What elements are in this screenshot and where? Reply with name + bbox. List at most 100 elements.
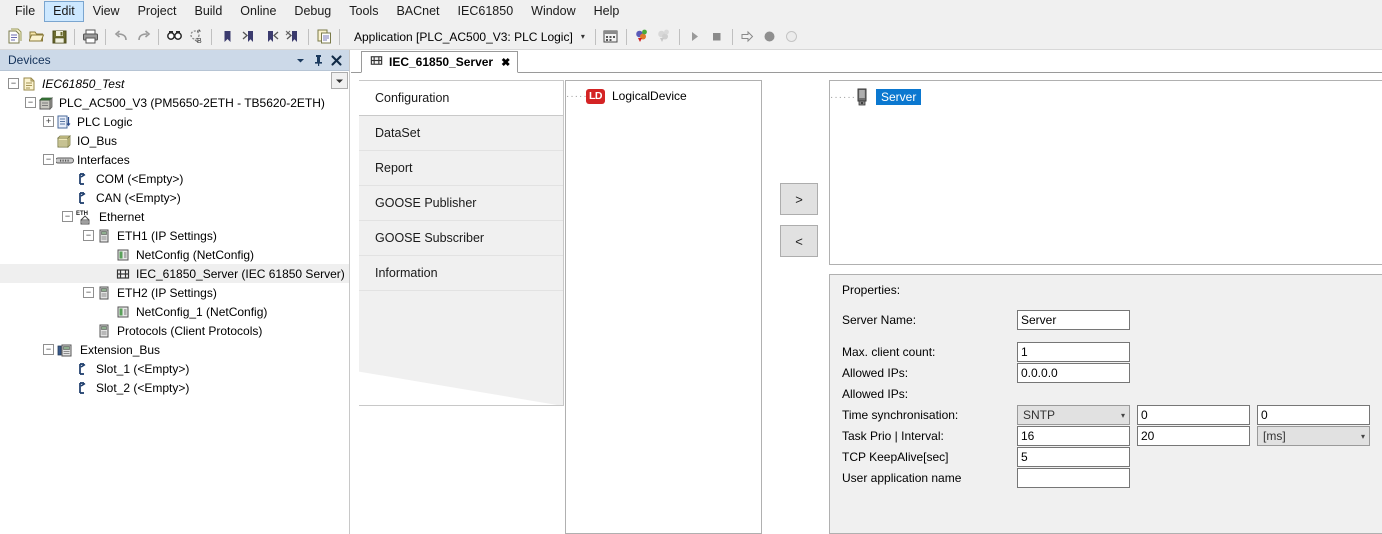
move-left-button[interactable]: <: [780, 225, 818, 257]
tcp-keepalive-input[interactable]: 5: [1017, 447, 1130, 467]
properties-panel: Properties: Server Name: Server Max. cli…: [829, 274, 1382, 534]
nav-item-dataset[interactable]: DataSet: [359, 116, 563, 151]
tree-item-ethernet[interactable]: − ETH Ethernet: [0, 207, 349, 226]
move-right-button[interactable]: >: [780, 183, 818, 215]
breakpoint-icon[interactable]: [759, 26, 781, 48]
undo-icon[interactable]: [110, 26, 132, 48]
tree-item-slot-2[interactable]: Slot_2 (<Empty>): [0, 378, 349, 397]
open-folder-icon[interactable]: [26, 26, 48, 48]
time-sync-select[interactable]: SNTP ▾: [1017, 405, 1130, 425]
find-icon[interactable]: [163, 26, 185, 48]
tree-item-label: ETH1 (IP Settings): [113, 229, 217, 243]
tree-item-io-bus[interactable]: IO_Bus: [0, 131, 349, 150]
tree-item-iec61850-server[interactable]: IEC_61850_Server (IEC 61850 Server): [0, 264, 349, 283]
menu-item-tools[interactable]: Tools: [340, 1, 387, 22]
interval-input[interactable]: 20: [1137, 426, 1250, 446]
expander-plus-icon[interactable]: +: [43, 116, 54, 127]
extension-bus-icon: [56, 342, 76, 358]
previous-bookmark-icon[interactable]: [260, 26, 282, 48]
breakpoint-disabled-icon[interactable]: [781, 26, 803, 48]
nav-item-report[interactable]: Report: [359, 151, 563, 186]
tree-item-label: IO_Bus: [73, 134, 117, 148]
login-icon[interactable]: [631, 26, 653, 48]
time-sync-param2-input[interactable]: 0: [1257, 405, 1370, 425]
interfaces-icon: [56, 152, 73, 168]
tree-item-eth1[interactable]: − ETH1 (IP Settings): [0, 226, 349, 245]
tree-item-netconfig[interactable]: NetConfig (NetConfig): [0, 245, 349, 264]
menu-item-online[interactable]: Online: [231, 1, 285, 22]
new-file-icon[interactable]: [4, 26, 26, 48]
time-sync-param1-input[interactable]: 0: [1137, 405, 1250, 425]
pin-icon[interactable]: [309, 52, 327, 69]
expander-minus-icon[interactable]: −: [62, 211, 73, 222]
step-over-icon[interactable]: [737, 26, 759, 48]
application-selector[interactable]: Application [PLC_AC500_V3: PLC Logic] ▾: [348, 27, 591, 47]
expander-none: [62, 382, 73, 393]
property-label: Allowed IPs:: [842, 387, 1017, 401]
compile-icon[interactable]: [600, 26, 622, 48]
menu-item-help[interactable]: Help: [585, 1, 629, 22]
menu-item-window[interactable]: Window: [522, 1, 584, 22]
menu-item-view[interactable]: View: [84, 1, 129, 22]
logout-icon[interactable]: [653, 26, 675, 48]
redo-icon[interactable]: [132, 26, 154, 48]
next-bookmark-icon[interactable]: [238, 26, 260, 48]
max-client-count-input[interactable]: 1: [1017, 342, 1130, 362]
server-icon: [854, 88, 870, 106]
tree-item-plc-logic[interactable]: + PLC Logic: [0, 112, 349, 131]
close-icon[interactable]: [327, 52, 345, 69]
expander-none: [102, 268, 113, 279]
tree-item-plc[interactable]: − PLC_AC500_V3 (PM5650-2ETH - TB5620-2ET…: [0, 93, 349, 112]
expander-minus-icon[interactable]: −: [83, 230, 94, 241]
tree-item-slot-1[interactable]: Slot_1 (<Empty>): [0, 359, 349, 378]
stop-icon[interactable]: [706, 26, 728, 48]
menu-item-bacnet[interactable]: BACnet: [387, 1, 448, 22]
menu-item-build[interactable]: Build: [185, 1, 231, 22]
task-prio-input[interactable]: 16: [1017, 426, 1130, 446]
tree-item-eth2[interactable]: − ETH2 (IP Settings): [0, 283, 349, 302]
tree-item-project[interactable]: − IEC61850_Test: [0, 74, 349, 93]
menu-item-file[interactable]: File: [6, 1, 44, 22]
tree-item-com[interactable]: COM (<Empty>): [0, 169, 349, 188]
menu-item-debug[interactable]: Debug: [285, 1, 340, 22]
interval-unit-select[interactable]: [ms] ▾: [1257, 426, 1370, 446]
tree-item-label: COM (<Empty>): [92, 172, 183, 186]
server-name-input[interactable]: Server: [1017, 310, 1130, 330]
tree-item-netconfig-1[interactable]: NetConfig_1 (NetConfig): [0, 302, 349, 321]
user-application-name-input[interactable]: [1017, 468, 1130, 488]
save-icon[interactable]: [48, 26, 70, 48]
nav-item-information[interactable]: Information: [359, 256, 563, 291]
tree-item-can[interactable]: CAN (<Empty>): [0, 188, 349, 207]
logical-device-tree-item[interactable]: ······ LD LogicalDevice: [566, 86, 761, 106]
nav-item-configuration[interactable]: Configuration: [359, 81, 563, 116]
tab-strip: IEC_61850_Server ✖: [351, 50, 1382, 73]
expander-minus-icon[interactable]: −: [83, 287, 94, 298]
tree-item-label: CAN (<Empty>): [92, 191, 181, 205]
expander-minus-icon[interactable]: −: [43, 154, 54, 165]
menu-item-edit[interactable]: Edit: [44, 1, 84, 22]
toolbar-separator: [339, 29, 340, 45]
expander-minus-icon[interactable]: −: [8, 78, 19, 89]
server-tree-panel: ······ Server: [829, 80, 1382, 265]
expander-none: [102, 249, 113, 260]
bookmark-icon[interactable]: [216, 26, 238, 48]
dropdown-icon[interactable]: [291, 52, 309, 69]
print-icon[interactable]: [79, 26, 101, 48]
close-icon[interactable]: ✖: [501, 56, 510, 69]
clear-bookmarks-icon[interactable]: [282, 26, 304, 48]
find-replace-icon[interactable]: B: [185, 26, 207, 48]
tree-item-protocols[interactable]: Protocols (Client Protocols): [0, 321, 349, 340]
start-icon[interactable]: [684, 26, 706, 48]
menu-item-project[interactable]: Project: [129, 1, 186, 22]
tree-item-extension-bus[interactable]: − Extension_Bus: [0, 340, 349, 359]
allowed-ips-input[interactable]: 0.0.0.0: [1017, 363, 1130, 383]
paste-icon[interactable]: [313, 26, 335, 48]
expander-minus-icon[interactable]: −: [43, 344, 54, 355]
nav-item-goose-subscriber[interactable]: GOOSE Subscriber: [359, 221, 563, 256]
tree-item-interfaces[interactable]: − Interfaces: [0, 150, 349, 169]
tab-iec61850-server[interactable]: IEC_61850_Server ✖: [361, 51, 518, 73]
server-tree-item[interactable]: ······ Server: [830, 87, 1382, 107]
nav-item-goose-publisher[interactable]: GOOSE Publisher: [359, 186, 563, 221]
expander-minus-icon[interactable]: −: [25, 97, 36, 108]
menu-item-iec61850[interactable]: IEC61850: [449, 1, 523, 22]
